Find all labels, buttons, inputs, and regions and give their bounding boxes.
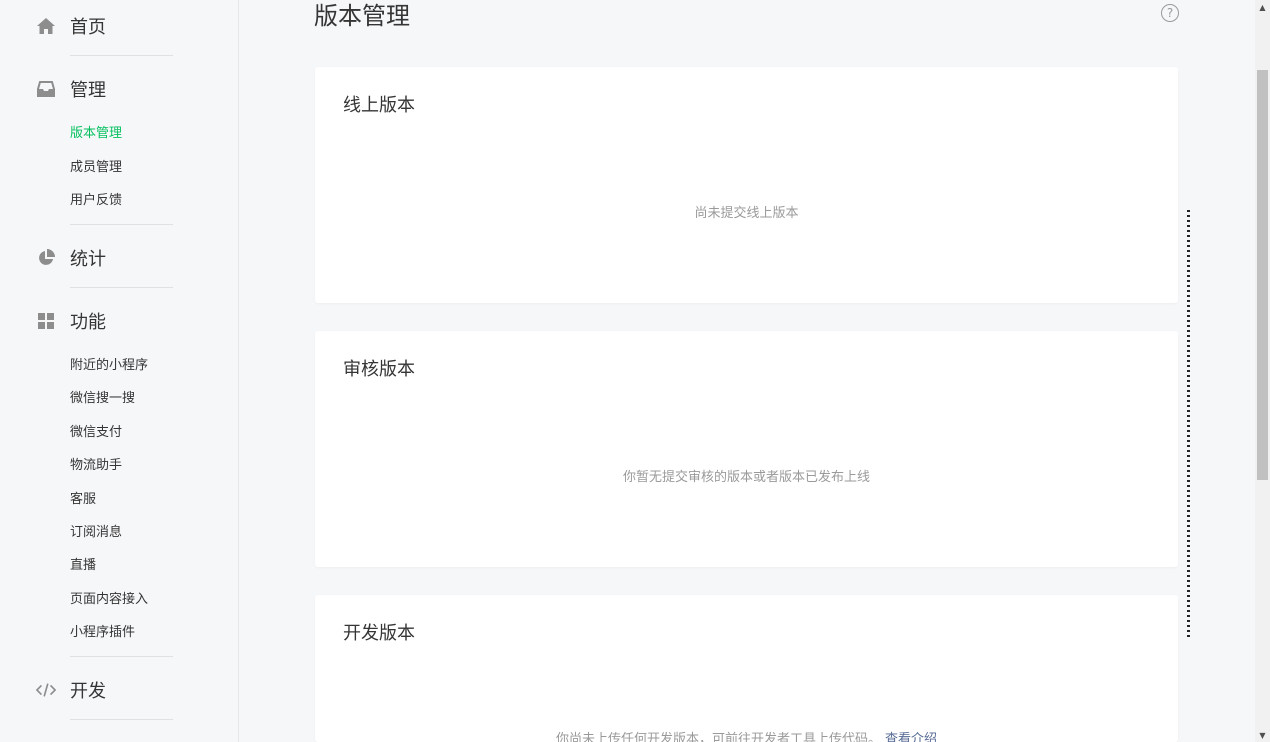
- sidebar-item-customer-service[interactable]: 客服: [70, 490, 96, 510]
- inbox-icon: [36, 79, 56, 99]
- empty-text: 你暂无提交审核的版本或者版本已发布上线: [622, 470, 870, 485]
- card-title: 开发版本: [343, 623, 415, 644]
- view-intro-link[interactable]: 查看介绍: [885, 732, 937, 742]
- vertical-scrollbar[interactable]: ▲ ▼: [1255, 0, 1270, 742]
- sidebar-item-plugins[interactable]: 小程序插件: [70, 623, 135, 643]
- code-icon: [36, 680, 56, 700]
- sidebar-item-user-feedback[interactable]: 用户反馈: [70, 191, 122, 211]
- card-title: 线上版本: [343, 95, 415, 116]
- sidebar-item-version-manage[interactable]: 版本管理: [70, 124, 122, 144]
- online-version-card: 线上版本 尚未提交线上版本: [315, 67, 1178, 303]
- sidebar-item-subscribe-message[interactable]: 订阅消息: [70, 523, 122, 543]
- sidebar-item-member-manage[interactable]: 成员管理: [70, 158, 122, 178]
- help-icon[interactable]: ?: [1161, 4, 1179, 22]
- nav-dev-label: 开发: [70, 681, 106, 702]
- nav-home-label: 首页: [70, 17, 106, 38]
- nav-stats-label: 统计: [70, 249, 106, 270]
- sidebar-item-wechat-pay[interactable]: 微信支付: [70, 423, 122, 443]
- review-version-card: 审核版本 你暂无提交审核的版本或者版本已发布上线: [315, 331, 1178, 567]
- divider: [70, 55, 173, 56]
- dotted-marker: [1187, 210, 1190, 640]
- empty-text: 你尚未上传任何开发版本，可前往开发者工具上传代码。: [555, 732, 881, 742]
- empty-text: 尚未提交线上版本: [694, 206, 799, 221]
- card-title: 审核版本: [343, 359, 415, 380]
- page-title: 版本管理: [314, 2, 410, 30]
- sidebar: 首页 管理 版本管理 成员管理 用户反馈 统计 功能 附近的小程序 微信搜一搜 …: [0, 0, 239, 742]
- nav-features-label: 功能: [70, 312, 106, 333]
- nav-features[interactable]: 功能: [0, 306, 239, 336]
- divider: [70, 287, 173, 288]
- sidebar-item-nearby-miniprogram[interactable]: 附近的小程序: [70, 356, 148, 376]
- nav-dev[interactable]: 开发: [0, 675, 239, 705]
- dev-version-card: 开发版本 你尚未上传任何开发版本，可前往开发者工具上传代码。 查看介绍: [315, 595, 1178, 742]
- nav-stats[interactable]: 统计: [0, 243, 239, 273]
- nav-manage-label: 管理: [70, 80, 106, 101]
- main-content: 版本管理 ? 线上版本 尚未提交线上版本 审核版本 你暂无提交审核的版本或者版本…: [239, 0, 1255, 742]
- divider: [70, 224, 173, 225]
- scroll-up-arrow-icon[interactable]: ▲: [1255, 0, 1270, 14]
- empty-text-row: 你尚未上传任何开发版本，可前往开发者工具上传代码。 查看介绍: [315, 728, 1178, 742]
- divider: [70, 656, 173, 657]
- nav-manage[interactable]: 管理: [0, 74, 239, 104]
- home-icon: [36, 16, 56, 36]
- nav-home[interactable]: 首页: [0, 11, 239, 41]
- scroll-down-arrow-icon[interactable]: ▼: [1255, 728, 1270, 742]
- scroll-thumb[interactable]: [1257, 70, 1268, 480]
- sidebar-item-wechat-search[interactable]: 微信搜一搜: [70, 389, 135, 409]
- app-window: 首页 管理 版本管理 成员管理 用户反馈 统计 功能 附近的小程序 微信搜一搜 …: [0, 0, 1270, 742]
- grid-icon: [36, 311, 56, 331]
- sidebar-item-live[interactable]: 直播: [70, 556, 96, 576]
- sidebar-item-logistics[interactable]: 物流助手: [70, 456, 122, 476]
- sidebar-item-page-content[interactable]: 页面内容接入: [70, 590, 148, 610]
- divider: [70, 719, 173, 720]
- pie-chart-icon: [36, 248, 56, 268]
